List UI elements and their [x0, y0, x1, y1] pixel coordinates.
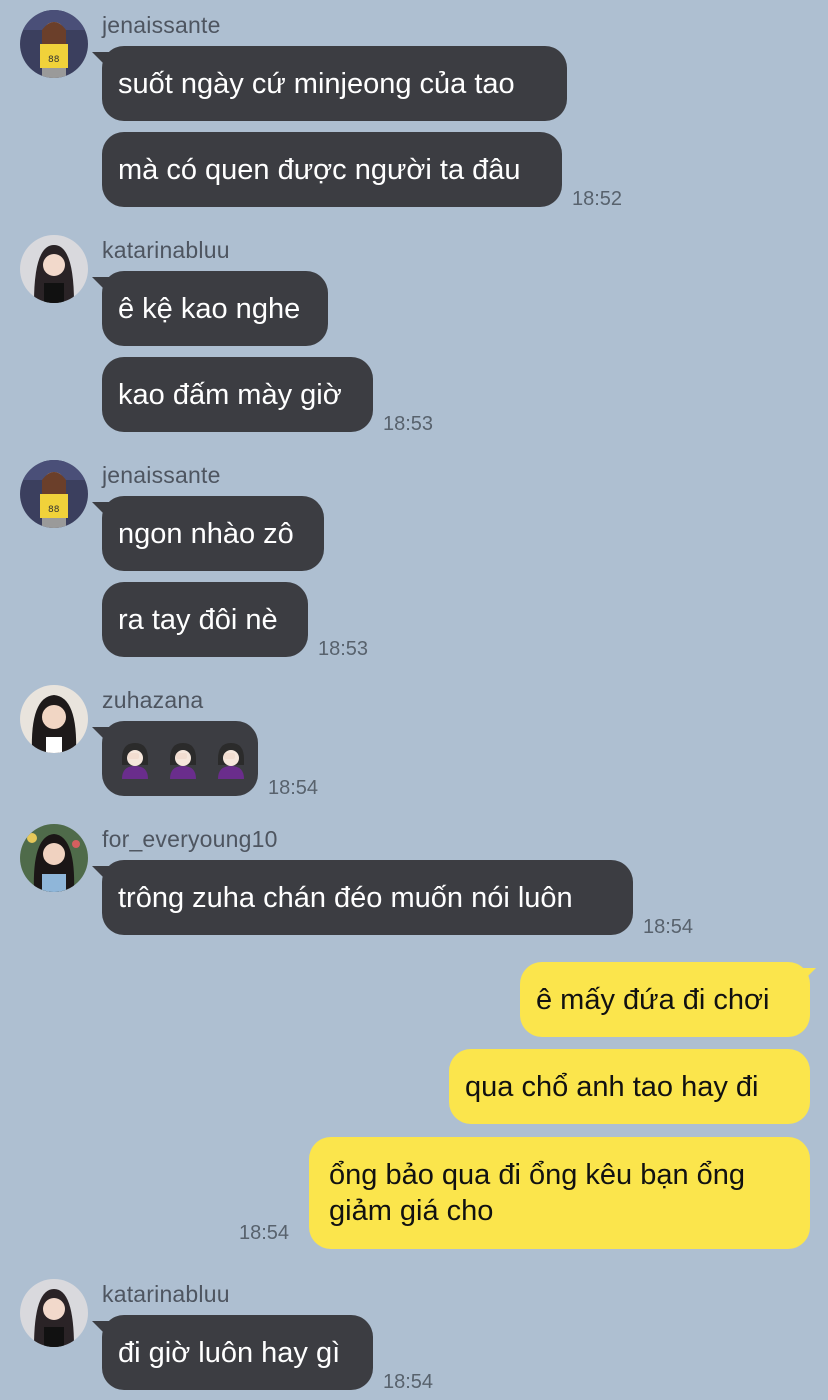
message-bubble[interactable]: mà có quen được người ta đâu — [102, 132, 562, 207]
message-bubble[interactable] — [102, 721, 258, 796]
timestamp: 18:54 — [383, 1371, 434, 1393]
message-text: ê kệ kao nghe — [118, 292, 301, 325]
avatar-for-everyoung10[interactable] — [20, 824, 88, 892]
avatar-zuhazana[interactable] — [20, 685, 88, 753]
message-text: ổng bảo qua đi ổng kêu bạn ổng giảm giá … — [329, 1159, 746, 1227]
message-text: mà có quen được người ta đâu — [118, 153, 521, 186]
facepalm-emoji-icon — [218, 742, 244, 779]
message-text: ra tay đôi nè — [118, 603, 278, 636]
avatar-jenaissante[interactable]: 88 — [20, 460, 88, 528]
facepalm-emoji-icon — [122, 742, 148, 779]
message-text: suốt ngày cứ minjeong của tao — [118, 67, 515, 100]
timestamp: 18:52 — [572, 188, 623, 210]
message-bubble[interactable]: ngon nhào zô — [102, 496, 324, 571]
message-text: ê mấy đứa đi chơi — [536, 983, 770, 1016]
emoji-row — [118, 739, 248, 779]
message-text: trông zuha chán đéo muốn nói luôn — [118, 881, 573, 914]
message-bubble[interactable]: kao đấm mày giờ — [102, 357, 373, 432]
timestamp: 18:54 — [239, 1222, 290, 1244]
avatar-katarinabluu[interactable] — [20, 1279, 88, 1347]
timestamp: 18:53 — [383, 413, 434, 435]
username: katarinabluu — [102, 237, 230, 263]
message-bubble[interactable]: ra tay đôi nè — [102, 582, 308, 657]
username: for_everyoung10 — [102, 826, 278, 852]
timestamp: 18:54 — [268, 777, 319, 799]
message-text: đi giờ luôn hay gì — [118, 1336, 341, 1369]
message-text: kao đấm mày giờ — [118, 378, 342, 411]
username: zuhazana — [102, 687, 204, 713]
message-bubble-outgoing[interactable]: ê mấy đứa đi chơi — [520, 962, 810, 1037]
timestamp: 18:54 — [643, 916, 694, 938]
message-bubble[interactable]: đi giờ luôn hay gì — [102, 1315, 373, 1390]
username: jenaissante — [102, 12, 221, 38]
username: jenaissante — [102, 462, 221, 488]
message-bubble-outgoing[interactable]: ổng bảo qua đi ổng kêu bạn ổng giảm giá … — [309, 1137, 810, 1249]
message-text: ngon nhào zô — [118, 517, 294, 550]
avatar-katarinabluu[interactable] — [20, 235, 88, 303]
message-text: qua chổ anh tao hay đi — [465, 1070, 759, 1103]
timestamp: 18:53 — [318, 638, 369, 660]
message-bubble-outgoing[interactable]: qua chổ anh tao hay đi — [449, 1049, 810, 1124]
message-bubble[interactable]: ê kệ kao nghe — [102, 271, 328, 346]
svg-text:88: 88 — [48, 505, 60, 515]
username: katarinabluu — [102, 1281, 230, 1307]
avatar-jenaissante[interactable]: 88 — [20, 10, 88, 78]
facepalm-emoji-icon — [170, 742, 196, 779]
svg-text:88: 88 — [48, 55, 60, 65]
message-bubble[interactable]: trông zuha chán đéo muốn nói luôn — [102, 860, 633, 935]
message-bubble[interactable]: suốt ngày cứ minjeong của tao — [102, 46, 567, 121]
